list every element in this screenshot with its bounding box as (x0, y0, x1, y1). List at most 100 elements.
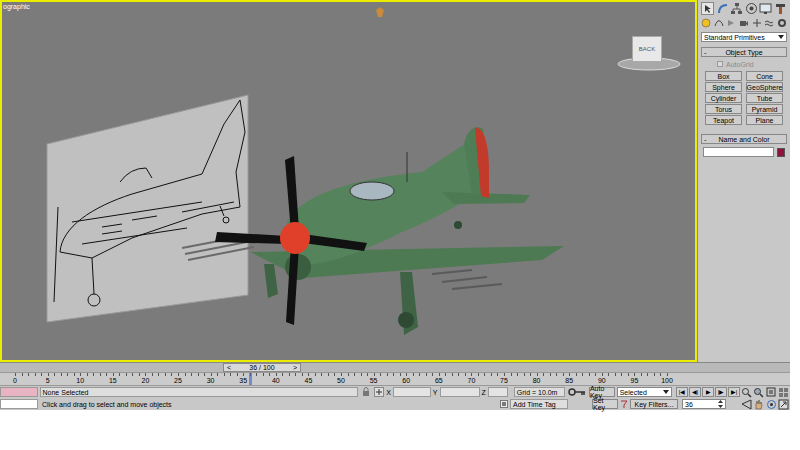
frame-field[interactable]: 36 (682, 399, 726, 409)
prev-frame[interactable]: < (227, 364, 231, 371)
rollout-title[interactable]: Object Type (712, 49, 784, 56)
geometry-icon[interactable] (701, 18, 711, 28)
name-field[interactable] (703, 147, 774, 157)
category-value[interactable]: Standard Primitives (704, 34, 765, 41)
primitive-button[interactable]: Tube (746, 93, 783, 103)
utilities-icon[interactable] (774, 2, 787, 15)
add-time-tag-label[interactable]: Add Time Tag (513, 401, 556, 408)
create-icon[interactable] (701, 2, 714, 15)
auto-key-label[interactable]: Auto Key (590, 385, 614, 399)
grid-field: Grid = 10.0m (514, 387, 565, 397)
spacewarps-icon[interactable] (764, 18, 774, 28)
playback-button[interactable]: ▶ (702, 387, 714, 397)
object-type-header[interactable]: - Object Type (701, 47, 787, 57)
systems-icon[interactable] (777, 18, 787, 28)
auto-key-button[interactable]: Auto Key (589, 387, 615, 397)
maxscript-output[interactable] (0, 399, 38, 409)
key-icon[interactable] (567, 387, 587, 397)
spinner-icon[interactable] (718, 400, 723, 408)
time-slider[interactable]: < 36 / 100 > (0, 362, 790, 372)
orbit-icon[interactable] (766, 399, 777, 410)
tick-label: 15 (109, 377, 117, 384)
frame-label: 36 / 100 (249, 364, 274, 371)
lights-icon[interactable] (726, 18, 736, 28)
rollout-sign[interactable]: - (704, 49, 712, 56)
coordinate-fields: XYZ (386, 387, 508, 397)
key-filters-button[interactable]: Key Filters... (630, 399, 678, 409)
viewcube[interactable]: BACK (632, 36, 662, 62)
playback-button[interactable]: |◀ (676, 387, 688, 397)
set-key-label[interactable]: Set Key (593, 397, 617, 411)
prompt-text: Click and drag to select and move object… (42, 401, 172, 408)
key-mode-dropdown[interactable]: Selected (617, 387, 672, 397)
absolute-mode-icon[interactable] (374, 387, 384, 397)
primitive-button[interactable]: Cone (746, 71, 783, 81)
current-frame-marker (249, 373, 252, 385)
hierarchy-icon[interactable] (730, 2, 743, 15)
category-dropdown[interactable]: Standard Primitives (701, 32, 787, 42)
primitive-button[interactable]: Pyramid (746, 104, 783, 114)
dropdown-arrow-icon[interactable] (778, 35, 784, 39)
coordinate-field[interactable] (440, 387, 480, 397)
helpers-icon[interactable] (752, 18, 762, 28)
primitive-button[interactable]: Box (705, 71, 742, 81)
color-swatch[interactable] (777, 148, 785, 157)
maxscript-listener[interactable] (0, 387, 38, 397)
dropdown-arrow-icon[interactable] (663, 390, 669, 394)
rollout-sign[interactable]: - (704, 136, 712, 143)
frame-value[interactable]: 36 (685, 401, 693, 408)
set-key-button[interactable]: Set Key (592, 399, 618, 409)
shapes-icon[interactable] (714, 18, 724, 28)
playback-button[interactable]: ◀| (689, 387, 701, 397)
name-color-header[interactable]: - Name and Color (701, 134, 787, 144)
tick-label: 5 (46, 377, 50, 384)
key-filters-label[interactable]: Key Filters... (635, 401, 674, 408)
primitive-button[interactable]: Plane (746, 115, 783, 125)
zoom-icon[interactable] (741, 387, 752, 398)
zoom-all-icon[interactable] (753, 387, 764, 398)
key-filter-icon[interactable] (620, 400, 628, 409)
tick-label: 85 (565, 377, 573, 384)
lock-icon[interactable] (360, 387, 372, 397)
maximize-icon[interactable] (778, 399, 789, 410)
axis-label: Z (482, 389, 486, 396)
object-buttons: Box Cone Sphere GeoSphere Cylinder Tube Torus P… (701, 71, 787, 125)
time-tag-icon[interactable] (500, 400, 508, 408)
motion-icon[interactable] (745, 2, 758, 15)
zoom-extents-all-icon[interactable] (778, 387, 789, 398)
tick-label: 80 (533, 377, 541, 384)
coordinate-field[interactable] (488, 387, 508, 397)
rollout-title[interactable]: Name and Color (712, 136, 784, 143)
primitive-button[interactable]: GeoSphere (746, 82, 783, 92)
autogrid-checkbox[interactable] (717, 61, 723, 67)
zoom-extents-icon[interactable] (766, 387, 777, 398)
track-bar[interactable]: 0510152025303540455055606570758085909510… (0, 372, 790, 385)
name-color-row (701, 147, 787, 157)
playback-button[interactable]: |▶ (715, 387, 727, 397)
modify-icon[interactable] (716, 2, 729, 15)
add-time-tag[interactable]: Add Time Tag (510, 399, 568, 409)
viewport-label[interactable]: ographic (3, 3, 30, 10)
key-mode-value[interactable]: Selected (620, 389, 647, 396)
pan-icon[interactable] (753, 399, 764, 410)
tick-label: 50 (337, 377, 345, 384)
prompt-line: Click and drag to select and move object… (40, 399, 498, 409)
autogrid-label[interactable]: AutoGrid (726, 61, 754, 68)
viewcube-face[interactable]: BACK (639, 46, 655, 52)
display-icon[interactable] (759, 2, 772, 15)
primitive-button[interactable]: Sphere (705, 82, 742, 92)
primitive-button[interactable]: Torus (705, 104, 742, 114)
next-frame[interactable]: > (293, 364, 297, 371)
time-slider-thumb[interactable]: < 36 / 100 > (223, 363, 301, 372)
tick-label: 20 (141, 377, 149, 384)
primitive-button[interactable]: Cylinder (705, 93, 742, 103)
primitive-button[interactable]: Teapot (705, 115, 742, 125)
coordinate-field[interactable] (393, 387, 431, 397)
autogrid-row[interactable]: AutoGrid (701, 60, 787, 68)
grid-text: Grid = 10.0m (517, 389, 558, 396)
field-of-view-icon[interactable] (741, 399, 752, 410)
viewport[interactable]: ographic BACK (0, 0, 697, 362)
playback-button[interactable]: ▶| (728, 387, 740, 397)
cameras-icon[interactable] (739, 18, 749, 28)
tick-label: 10 (76, 377, 84, 384)
